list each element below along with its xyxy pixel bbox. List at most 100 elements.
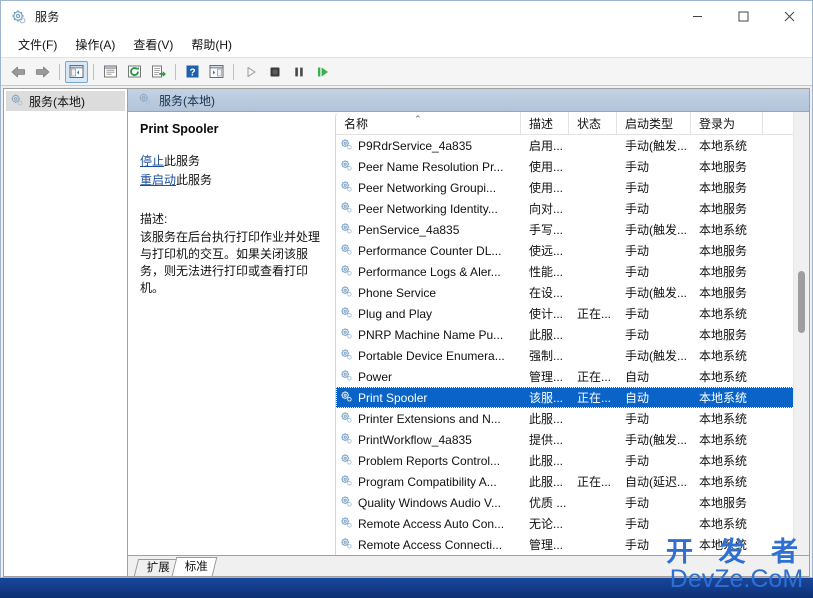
service-gear-icon <box>340 453 353 469</box>
column-header-label: 登录为 <box>699 116 736 131</box>
cell-description: 此服... <box>529 454 564 468</box>
table-row-selected[interactable]: Print Spooler 该服... 正在... 自动 本地系统 <box>336 387 809 408</box>
restart-service-action: 重启动此服务 <box>140 172 323 188</box>
window-body: 服务(本地) 服务(本地) Print Spooler 停止此服务 重启动此服务… <box>1 86 812 577</box>
table-row[interactable]: Power 管理... 正在... 自动 本地系统 <box>336 366 809 387</box>
cell-startup: 手动(触发... <box>625 433 687 447</box>
table-row[interactable]: Quality Windows Audio V... 优质 ... 手动 本地服务 <box>336 492 809 513</box>
stop-service-link[interactable]: 停止 <box>140 154 164 168</box>
table-row[interactable]: Program Compatibility A... 此服... 正在... 自动(延… <box>336 471 809 492</box>
maximize-icon[interactable] <box>720 1 766 32</box>
help-icon[interactable]: ? <box>181 61 204 83</box>
service-name-label: PNRP Machine Name Pu... <box>358 327 504 342</box>
cell-logon: 本地系统 <box>699 538 748 552</box>
column-header-label: 名称 <box>344 116 369 131</box>
menu-file[interactable]: 文件(F) <box>9 34 66 55</box>
window-title: 服务 <box>35 10 60 24</box>
start-service-icon[interactable] <box>239 61 262 83</box>
cell-startup: 手动(触发... <box>625 139 687 153</box>
table-row[interactable]: Plug and Play 使计... 正在... 手动 本地系统 <box>336 303 809 324</box>
column-header-logon[interactable]: 登录为 <box>691 112 763 134</box>
vertical-scrollbar[interactable] <box>793 112 809 555</box>
pane-header: 服务(本地) <box>128 89 809 112</box>
table-row[interactable]: Phone Service 在设... 手动(触发... 本地服务 <box>336 282 809 303</box>
cell-description: 该服... <box>529 391 564 405</box>
list-rows-container: P9RdrService_4a835 启用... 手动(触发... 本地系统 Peer … <box>336 135 809 555</box>
description-text: 该服务在后台执行打印作业并处理与打印机的交互。如果关闭该服务，则无法进行打印或查… <box>140 230 321 295</box>
table-row[interactable]: Remote Access Connecti... 管理... 手动 本地系统 <box>336 534 809 555</box>
service-gear-icon <box>340 516 353 532</box>
table-row[interactable]: Printer Extensions and N... 此服... 手动 本地系统 <box>336 408 809 429</box>
column-header-name[interactable]: 名称 ⌃ <box>336 112 521 134</box>
tab-standard[interactable]: 标准 <box>171 557 218 576</box>
service-name-label: Remote Access Auto Con... <box>358 516 505 531</box>
export-icon[interactable] <box>147 61 170 83</box>
table-row[interactable]: Peer Networking Identity... 向对... 手动 本地服务 <box>336 198 809 219</box>
cell-logon: 本地系统 <box>699 475 748 489</box>
service-gear-icon <box>340 537 353 553</box>
cell-name: Phone Service <box>336 285 521 301</box>
cell-startup: 手动 <box>625 265 650 279</box>
show-hide-tree-icon[interactable] <box>65 60 88 83</box>
column-header-status[interactable]: 状态 <box>569 112 617 134</box>
service-gear-icon <box>340 369 353 385</box>
menu-action[interactable]: 操作(A) <box>66 34 124 55</box>
desktop-background: 服务 文件(F) 操作(A) 查看(V) 帮助(H) ? 服务(本地) 服务(本… <box>0 0 813 598</box>
service-name-label: PrintWorkflow_4a835 <box>358 432 472 447</box>
service-gear-icon <box>340 222 353 238</box>
service-name-label: PenService_4a835 <box>358 222 460 237</box>
service-gear-icon <box>340 432 353 448</box>
forward-icon[interactable] <box>31 61 54 83</box>
menu-help[interactable]: 帮助(H) <box>182 34 241 55</box>
view-tabs: 扩展 标准 <box>128 555 809 576</box>
table-row[interactable]: Remote Access Auto Con... 无论... 手动 本地系统 <box>336 513 809 534</box>
cell-logon: 本地服务 <box>699 265 748 279</box>
column-header-description[interactable]: 描述 <box>521 112 569 134</box>
cell-startup: 手动 <box>625 412 650 426</box>
cell-startup: 手动 <box>625 517 650 531</box>
right-pane: 服务(本地) Print Spooler 停止此服务 重启动此服务 描述: 该服 <box>128 88 810 577</box>
scrollbar-thumb[interactable] <box>798 271 805 334</box>
table-row[interactable]: Performance Logs & Aler... 性能... 手动 本地服务 <box>336 261 809 282</box>
cell-name: Performance Counter DL... <box>336 243 521 259</box>
minimize-icon[interactable] <box>674 1 720 32</box>
description-label: 描述: <box>140 212 168 226</box>
close-icon[interactable] <box>766 1 812 32</box>
refresh-icon[interactable] <box>123 61 146 83</box>
stop-service-icon[interactable] <box>263 61 286 83</box>
show-action-pane-icon[interactable] <box>205 61 228 83</box>
table-row[interactable]: Peer Name Resolution Pr... 使用... 手动 本地服务 <box>336 156 809 177</box>
toolbar-separator <box>175 63 176 80</box>
service-gear-icon <box>340 159 353 175</box>
table-row[interactable]: PenService_4a835 手写... 手动(触发... 本地系统 <box>336 219 809 240</box>
cell-description: 使计... <box>529 307 564 321</box>
cell-logon: 本地服务 <box>699 181 748 195</box>
service-name-label: Phone Service <box>358 285 437 300</box>
service-gear-icon <box>340 180 353 196</box>
table-row[interactable]: Problem Reports Control... 此服... 手动 本地系统 <box>336 450 809 471</box>
cell-startup: 手动(触发... <box>625 349 687 363</box>
title-bar: 服务 <box>1 1 812 32</box>
cell-description: 使用... <box>529 181 564 195</box>
table-row[interactable]: Portable Device Enumera... 强制... 手动(触发... 本… <box>336 345 809 366</box>
cell-description: 管理... <box>529 370 564 384</box>
service-name-label: P9RdrService_4a835 <box>358 138 473 153</box>
table-row[interactable]: P9RdrService_4a835 启用... 手动(触发... 本地系统 <box>336 135 809 156</box>
table-row[interactable]: PrintWorkflow_4a835 提供... 手动(触发... 本地系统 <box>336 429 809 450</box>
tab-label: 标准 <box>184 561 208 573</box>
tree-node-services-local[interactable]: 服务(本地) <box>6 91 125 111</box>
table-row[interactable]: Performance Counter DL... 使远... 手动 本地服务 <box>336 240 809 261</box>
menu-view[interactable]: 查看(V) <box>124 34 182 55</box>
pause-service-icon[interactable] <box>287 61 310 83</box>
toolbar-separator <box>59 63 60 80</box>
back-icon[interactable] <box>7 61 30 83</box>
properties-icon[interactable] <box>99 61 122 83</box>
cell-name: Power <box>336 369 521 385</box>
table-row[interactable]: PNRP Machine Name Pu... 此服... 手动 本地服务 <box>336 324 809 345</box>
cell-startup: 自动 <box>625 391 650 405</box>
restart-service-link[interactable]: 重启动 <box>140 173 176 187</box>
column-header-startup[interactable]: 启动类型 <box>617 112 691 134</box>
table-row[interactable]: Peer Networking Groupi... 使用... 手动 本地服务 <box>336 177 809 198</box>
restart-service-icon[interactable] <box>311 61 334 83</box>
stop-service-suffix: 此服务 <box>164 154 201 168</box>
